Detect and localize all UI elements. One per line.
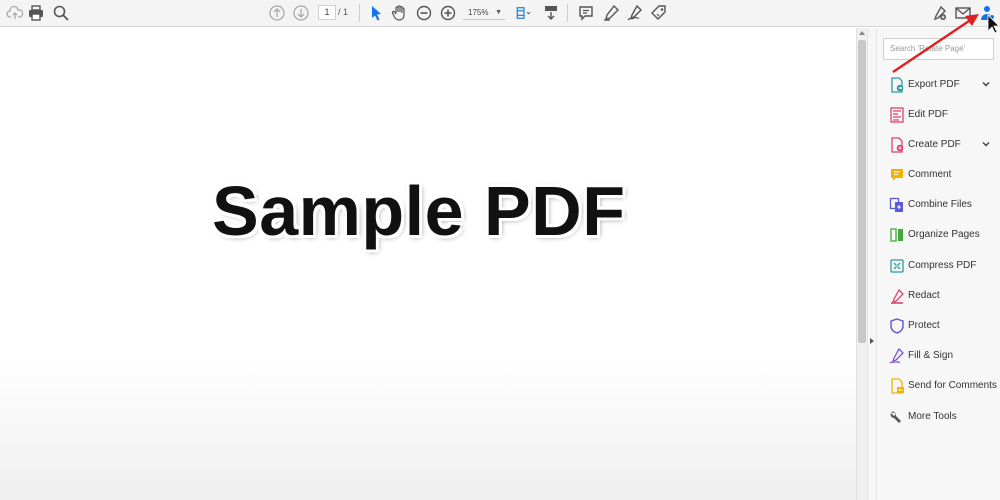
tool-create-pdf[interactable]: Create PDF	[877, 133, 1000, 157]
send-for-comments-icon	[889, 378, 905, 394]
toolbar-divider	[567, 4, 568, 22]
tool-label: Redact	[908, 290, 940, 301]
tools-pane: Search 'Rotate Page' Export PDF Edit PDF…	[877, 28, 1000, 500]
tool-combine-files[interactable]: Combine Files	[877, 193, 1000, 217]
tool-export-pdf[interactable]: Export PDF	[877, 73, 1000, 97]
draw-signature-icon[interactable]	[624, 2, 646, 24]
tool-more-tools[interactable]: More Tools	[877, 405, 1000, 429]
edit-pdf-icon	[889, 107, 905, 123]
toolbar: 1 / 1 175% ▼	[0, 0, 1000, 27]
tool-search-input[interactable]: Search 'Rotate Page'	[883, 38, 994, 60]
combine-files-icon	[889, 197, 905, 213]
pane-collapse-handle[interactable]	[867, 28, 877, 500]
tool-label: Compress PDF	[908, 260, 977, 271]
print-icon[interactable]	[25, 2, 47, 24]
next-page-icon[interactable]	[290, 2, 312, 24]
tool-compress-pdf[interactable]: Compress PDF	[877, 254, 1000, 278]
tool-label: Create PDF	[908, 139, 961, 150]
chevron-down-icon[interactable]	[980, 137, 992, 149]
tool-label: Export PDF	[908, 79, 960, 90]
tool-fill-sign[interactable]: Fill & Sign	[877, 344, 1000, 368]
tool-label: Edit PDF	[908, 109, 949, 120]
zoom-in-icon[interactable]	[437, 2, 459, 24]
email-icon[interactable]	[952, 2, 974, 24]
highlight-pen-icon[interactable]	[600, 2, 622, 24]
tool-organize-pages[interactable]: Organize Pages	[877, 223, 1000, 247]
cloud-upload-icon[interactable]	[4, 2, 26, 24]
tool-label: Comment	[908, 169, 952, 180]
chevron-down-icon: ▼	[495, 9, 502, 16]
tool-redact[interactable]: Redact	[877, 284, 1000, 308]
scrollbar-thumb[interactable]	[858, 40, 866, 343]
zoom-level-value: 175%	[468, 8, 489, 17]
share-user-icon[interactable]	[976, 2, 998, 24]
chevron-down-icon[interactable]	[980, 77, 992, 89]
create-pdf-icon	[889, 137, 905, 153]
stamp-tag-icon[interactable]	[648, 2, 670, 24]
previous-page-icon[interactable]	[266, 2, 288, 24]
tool-comment[interactable]: Comment	[877, 163, 1000, 187]
comment-icon	[889, 167, 905, 183]
tool-label: Protect	[908, 320, 940, 331]
tool-label: More Tools	[908, 411, 957, 422]
zoom-level-select[interactable]: 175% ▼	[463, 5, 505, 20]
page-count: / 1	[338, 7, 349, 17]
tool-label: Organize Pages	[908, 229, 980, 240]
zoom-out-icon[interactable]	[413, 2, 435, 24]
document-title-text: Sample PDF	[212, 172, 626, 250]
tool-label: Send for Comments	[908, 380, 997, 391]
scroll-mode-icon[interactable]	[540, 2, 562, 24]
page-number-input[interactable]: 1	[318, 5, 336, 20]
hand-tool-icon[interactable]	[389, 2, 411, 24]
tool-protect[interactable]: Protect	[877, 314, 1000, 338]
comment-icon[interactable]	[575, 2, 597, 24]
page-fit-icon[interactable]	[512, 2, 536, 24]
collapse-arrow-icon[interactable]	[870, 338, 874, 344]
tool-edit-pdf[interactable]: Edit PDF	[877, 103, 1000, 127]
compress-pdf-icon	[889, 258, 905, 274]
tool-label: Combine Files	[908, 199, 972, 210]
tool-label: Fill & Sign	[908, 350, 954, 361]
scroll-up-icon[interactable]	[859, 31, 865, 35]
document-view[interactable]: Sample PDF	[0, 28, 856, 500]
protect-icon	[889, 318, 905, 334]
search-icon[interactable]	[50, 2, 72, 24]
vertical-scrollbar[interactable]	[856, 28, 867, 500]
more-tools-icon	[889, 409, 905, 425]
toolbar-divider	[359, 4, 360, 22]
fill-sign-icon	[889, 347, 905, 364]
redact-icon	[889, 288, 905, 304]
organize-pages-icon	[889, 227, 905, 243]
export-pdf-icon	[889, 77, 905, 93]
share-link-icon[interactable]	[928, 2, 950, 24]
select-cursor-icon[interactable]	[365, 2, 387, 24]
tool-send-for-comments[interactable]: Send for Comments	[877, 374, 1000, 398]
